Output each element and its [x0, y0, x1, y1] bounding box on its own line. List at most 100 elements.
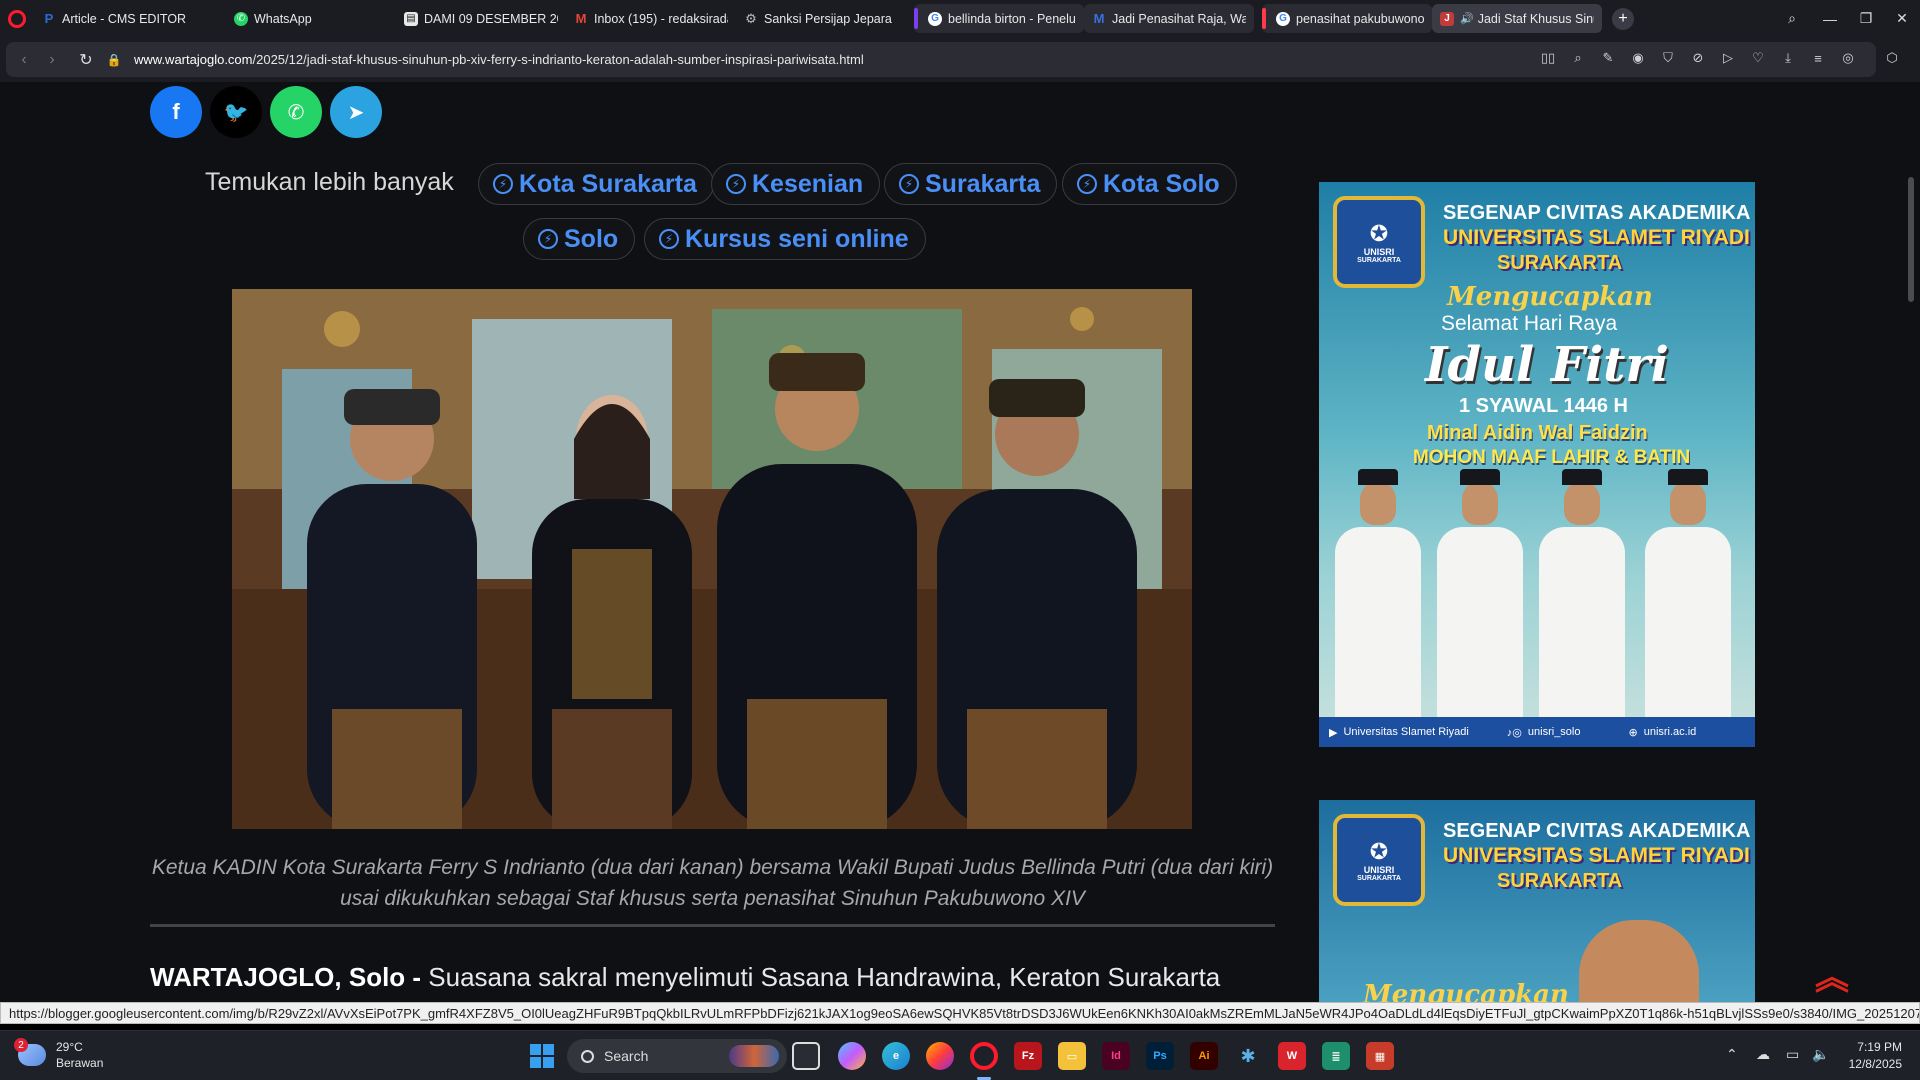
tab-bar: P Article - CMS EDITOR ✆ WhatsApp ▤ DAMI… — [0, 0, 1920, 37]
opera-icon[interactable] — [970, 1042, 998, 1070]
tag-chip[interactable]: ⚡ Solo — [523, 218, 636, 260]
speaker-icon[interactable]: 🔊 — [1460, 12, 1474, 25]
youtube-icon: ▶ — [1329, 726, 1338, 739]
shield-icon[interactable]: ⛉ — [1656, 46, 1680, 70]
star-icon: ✪ — [1369, 838, 1389, 864]
volume-icon[interactable]: 🔈 — [1812, 1046, 1829, 1063]
page-scrollbar[interactable] — [1908, 177, 1914, 302]
player-icon[interactable]: ▷ — [1716, 46, 1740, 70]
chip-label: Surakarta — [925, 169, 1041, 198]
copilot-icon[interactable] — [838, 1042, 866, 1070]
google-favicon-icon: G — [928, 11, 942, 26]
tab-gmail[interactable]: M Inbox (195) - redaksiradar — [566, 4, 736, 33]
sidebar-ad-2[interactable]: ✪ UNISRI SURAKARTA SEGENAP CIVITAS AKADEMI… — [1319, 800, 1755, 1002]
whatsapp-share-button[interactable]: ✆ — [270, 86, 322, 138]
tag-chip[interactable]: ⚡ Kursus seni online — [644, 218, 926, 260]
tab-whatsapp[interactable]: ✆ WhatsApp — [226, 4, 396, 33]
bolt-icon: ⚡ — [659, 229, 679, 249]
tab-google-bellinda[interactable]: G bellinda birton - Penelusur — [914, 4, 1084, 33]
gear-favicon-icon: ⚙ — [745, 10, 757, 26]
wps-office-icon[interactable]: W — [1278, 1042, 1306, 1070]
chip-label: Kesenian — [752, 169, 864, 198]
search-placeholder: Search — [604, 1048, 649, 1064]
tab-persijap[interactable]: ⚙ Sanksi Persijap Jepara — [736, 4, 906, 33]
minimize-icon[interactable]: — — [1812, 0, 1848, 37]
firefox-icon[interactable] — [926, 1042, 954, 1070]
sidebar-ad-idul-fitri[interactable]: ✪ UNISRI SURAKARTA SEGENAP CIVITAS AKADEMI… — [1319, 182, 1755, 747]
opera-logo-icon[interactable] — [8, 9, 26, 28]
google-favicon-icon: G — [1276, 11, 1290, 26]
search-icon — [581, 1049, 594, 1063]
close-icon[interactable]: ✕ — [1884, 0, 1920, 37]
tab-group-strip — [914, 8, 918, 29]
telegram-share-button[interactable]: ➤ — [330, 86, 382, 138]
filezilla-icon[interactable]: Fz — [1014, 1042, 1042, 1070]
url-path: /2025/12/jadi-staf-khusus-sinuhun-pb-xiv… — [252, 52, 864, 67]
file-explorer-icon[interactable]: ▭ — [1058, 1042, 1086, 1070]
ad-idul-fitri: Idul Fitri — [1425, 337, 1669, 393]
windows-taskbar: 2 29°C Berawan Search e Fz ▭ Id Ps Ai ✱ W… — [0, 1030, 1920, 1080]
forward-icon[interactable]: › — [38, 46, 66, 74]
task-view-icon[interactable] — [792, 1042, 820, 1070]
back-icon[interactable]: ‹ — [10, 46, 38, 74]
weather-widget[interactable]: 2 29°C Berawan — [14, 1038, 103, 1071]
tab-cms[interactable]: P Article - CMS EDITOR — [34, 4, 194, 33]
indesign-icon[interactable]: Id — [1102, 1042, 1130, 1070]
chip-label: Kota Solo — [1103, 169, 1220, 198]
tab-label: bellinda birton - Penelusur — [948, 11, 1076, 26]
search-tabs-icon[interactable]: ⌕ — [1774, 0, 1810, 37]
app-grid-icon[interactable]: ▦ — [1366, 1042, 1394, 1070]
discover-more-label: Temukan lebih banyak — [205, 168, 454, 196]
ad-person-figure — [1539, 469, 1625, 717]
reload-icon[interactable]: ↻ — [72, 46, 100, 74]
download-icon[interactable]: ⤓ — [1776, 46, 1800, 70]
tab-google-penasihat[interactable]: G penasihat pakubuwono - — [1262, 4, 1432, 33]
taskbar-clock[interactable]: 7:19 PM 12/8/2025 — [1849, 1039, 1902, 1073]
onedrive-icon[interactable]: ☁ — [1756, 1046, 1770, 1063]
profile-icon[interactable]: ◎ — [1836, 46, 1860, 70]
ad-footer: ▶ Universitas Slamet Riyadi ♪◎ unisri_solo… — [1319, 717, 1755, 747]
ad-footer-yt: Universitas Slamet Riyadi — [1343, 726, 1469, 738]
tag-chip[interactable]: ⚡ Kota Surakarta — [478, 163, 714, 205]
edge-icon[interactable]: e — [882, 1042, 910, 1070]
tag-chip[interactable]: ⚡ Kesenian — [711, 163, 881, 205]
tab-active-article[interactable]: J 🔊 Jadi Staf Khusus Sinuh — [1432, 4, 1602, 33]
extensions-icon[interactable]: ⬡ — [1880, 46, 1904, 70]
edit-icon[interactable]: ✎ — [1596, 46, 1620, 70]
new-tab-button[interactable]: + — [1612, 7, 1634, 30]
photoshop-icon[interactable]: Ps — [1146, 1042, 1174, 1070]
tab-dami[interactable]: ▤ DAMI 09 DESEMBER 2025 — [396, 4, 566, 33]
restore-icon[interactable]: ❐ — [1848, 0, 1884, 37]
url-text[interactable]: www.wartajoglo.com/2025/12/jadi-staf-khu… — [134, 52, 864, 67]
heart-icon[interactable]: ♡ — [1746, 46, 1770, 70]
start-button[interactable] — [530, 1044, 554, 1068]
tab-label: Sanksi Persijap Jepara — [764, 11, 892, 26]
display-icon[interactable]: ▭ — [1786, 1046, 1799, 1063]
twitter-share-button[interactable]: 🐦 — [210, 86, 262, 138]
tab-penasihat-raja[interactable]: M Jadi Penasihat Raja, Wabup — [1084, 4, 1254, 33]
facebook-share-button[interactable]: f — [150, 86, 202, 138]
zoom-icon[interactable]: ⌕ — [1566, 46, 1590, 70]
notepad-icon[interactable]: ≣ — [1322, 1042, 1350, 1070]
bolt-icon: ⚡ — [899, 174, 919, 194]
weather-temp: 29°C — [56, 1040, 83, 1054]
menu-icon[interactable]: ≡ — [1806, 46, 1830, 70]
scroll-to-top-icon[interactable]: ︽ — [1815, 950, 1849, 999]
whatsapp-favicon-icon: ✆ — [234, 11, 248, 26]
star-icon: ✪ — [1369, 220, 1389, 246]
reader-icon[interactable]: ▯▯ — [1536, 46, 1560, 70]
tag-chip[interactable]: ⚡ Kota Solo — [1062, 163, 1237, 205]
cloud-icon: 2 — [14, 1038, 46, 1066]
web-page: f 🐦 ✆ ➤ Temukan lebih banyak ⚡ Kota Surak… — [0, 82, 1920, 1002]
photo-illustration — [232, 289, 1192, 829]
vpn-icon[interactable]: ⊘ — [1686, 46, 1710, 70]
lead-text: Suasana sakral menyelimuti Sasana Handra… — [421, 962, 1221, 992]
site-favicon-icon: M — [1093, 11, 1105, 26]
tray-chevron-icon[interactable]: ⌃ — [1726, 1046, 1738, 1063]
camera-icon[interactable]: ◉ — [1626, 46, 1650, 70]
network-app-icon[interactable]: ✱ — [1234, 1042, 1262, 1070]
illustrator-icon[interactable]: Ai — [1190, 1042, 1218, 1070]
tag-chip[interactable]: ⚡ Surakarta — [884, 163, 1058, 205]
article-photo[interactable] — [232, 289, 1192, 829]
taskbar-search[interactable]: Search — [567, 1039, 787, 1073]
